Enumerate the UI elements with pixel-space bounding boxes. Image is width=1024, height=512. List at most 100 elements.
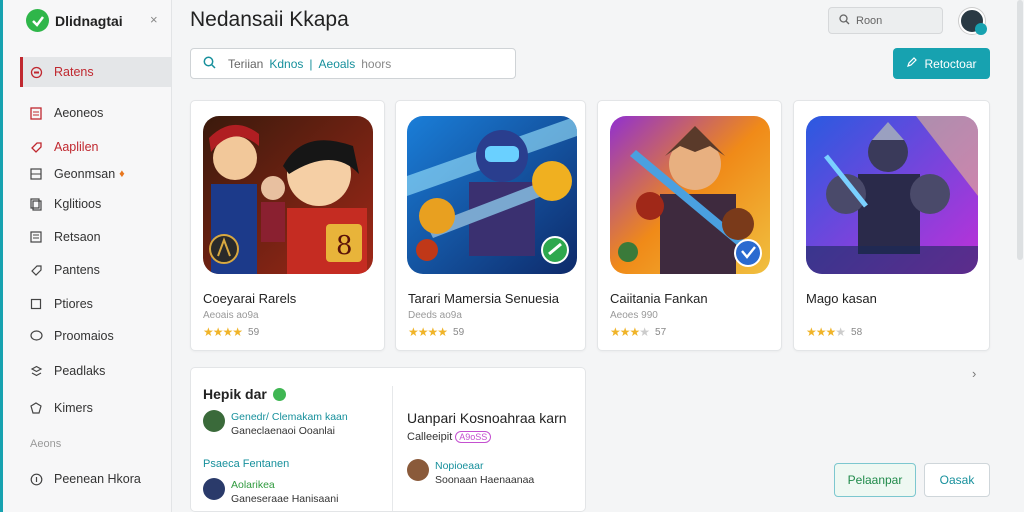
sidebar-item-aaplilen[interactable]: Aaplilen xyxy=(20,132,171,162)
sidebar-item-label: Ptiores xyxy=(54,297,93,311)
top-search-input[interactable]: Roon xyxy=(828,7,943,34)
sidebar-item-label: Peadlaks xyxy=(54,364,106,378)
feed-item-line1: Genedr/ Clemakam kaan xyxy=(231,411,348,423)
feed-item[interactable]: Nopioeaar Soonaan Haenaanaa xyxy=(407,459,534,487)
scrollbar[interactable] xyxy=(1017,0,1023,260)
feed-item-line1: Nopioeaar xyxy=(435,460,484,472)
square-icon xyxy=(29,297,43,311)
game-title: Mago kasan xyxy=(806,291,877,306)
grid-icon xyxy=(29,167,43,181)
close-icon[interactable]: × xyxy=(150,12,158,27)
game-title: Caiitania Fankan xyxy=(610,291,708,306)
feed-link[interactable]: Psaeca Fentanen xyxy=(203,458,289,470)
primary-action-button[interactable]: Retoctoar xyxy=(893,48,990,79)
game-card[interactable]: Mago kasan ★★★★ 58 xyxy=(793,100,990,351)
sidebar-item-pantens[interactable]: Pantens xyxy=(20,255,171,285)
sidebar-item-label: Proomaios xyxy=(54,329,114,343)
rating-count: 58 xyxy=(851,326,863,338)
main-search-input[interactable]: Teriian Kdnos | Aeoals hoors xyxy=(190,48,516,79)
feed-item-line2: Soonaan Haenaanaa xyxy=(435,474,535,486)
sidebar-item-label: Kglitioos xyxy=(54,197,102,211)
secondary-button[interactable]: Pelaanpar xyxy=(834,463,916,497)
brand[interactable]: Dlidnagtai xyxy=(26,9,123,32)
right-column-title: Uanpari Kosnoahraa karn xyxy=(407,410,567,426)
tertiary-button[interactable]: Oasak xyxy=(924,463,990,497)
sidebar-item-kglitioos[interactable]: Kglitioos xyxy=(20,189,171,219)
info-icon xyxy=(29,472,43,486)
avatar xyxy=(203,410,225,432)
sidebar-item-geonmsan[interactable]: Geonmsan ♦ xyxy=(20,159,171,189)
search-term-2: Kdnos xyxy=(269,56,304,71)
game-artwork-image[interactable] xyxy=(407,116,577,274)
search-term-3: Aeoals xyxy=(318,56,356,71)
accent-bar xyxy=(0,0,3,512)
sidebar-section-label: Aeons xyxy=(30,438,62,450)
sidebar-item-ratens[interactable]: Ratens xyxy=(20,57,171,87)
search-term-4: hoors xyxy=(361,56,392,71)
game-subtitle: Deeds ao9a xyxy=(408,310,462,321)
rating: ★★★★ 59 xyxy=(408,325,464,339)
feed-item-line1: Aolarikea xyxy=(231,479,275,491)
rating-count: 59 xyxy=(453,326,465,338)
game-card[interactable]: Caiitania Fankan Aeoes 990 ★★★★ 57 xyxy=(597,100,782,351)
stack-icon xyxy=(29,364,43,378)
feed-item[interactable]: Genedr/ Clemakam kaan Ganeclaenaoi Ooanl… xyxy=(203,410,348,438)
search-icon xyxy=(839,13,850,28)
list-icon xyxy=(29,230,43,244)
panel-title-text: Hepik dar xyxy=(203,386,267,402)
sidebar-item-label: Ratens xyxy=(54,65,94,79)
sidebar-item-peenean-hkora[interactable]: Peenean Hkora xyxy=(20,464,171,494)
avatar[interactable] xyxy=(959,8,987,35)
sidebar-item-peadlaks[interactable]: Peadlaks xyxy=(20,356,171,386)
tag-icon xyxy=(29,263,43,277)
speech-icon xyxy=(29,329,43,343)
game-card[interactable]: Tarari Mamersia Senuesia Deeds ao9a ★★★★… xyxy=(395,100,586,351)
sidebar-item-aeoneos[interactable]: Aeoneos xyxy=(20,98,171,128)
game-title: Coeyarai Rarels xyxy=(203,291,297,306)
feed-item-line2: Ganeseraae Hanisaani xyxy=(231,493,339,505)
rating-stars: ★★★★ xyxy=(203,325,243,339)
sidebar-item-ptiores[interactable]: Ptiores xyxy=(20,289,171,319)
tag-pill: A9oSS xyxy=(455,431,492,443)
divider xyxy=(392,386,393,511)
fire-icon: ♦ xyxy=(119,168,125,180)
notification-badge-icon xyxy=(975,23,987,35)
activity-panel: Hepik dar Genedr/ Clemakam kaan Ganeclae… xyxy=(190,367,586,512)
tagline-text: Calleeipit xyxy=(407,431,453,443)
brand-name: Dlidnagtai xyxy=(55,12,123,29)
sidebar-item-label: Geonmsan xyxy=(54,167,116,181)
avatar xyxy=(407,459,429,481)
game-artwork-image[interactable]: 8 xyxy=(203,116,373,274)
rating-stars: ★★★★ xyxy=(806,325,846,339)
rating-count: 57 xyxy=(655,326,667,338)
sidebar-item-label: Pantens xyxy=(54,263,100,277)
feed-item[interactable]: Aolarikea Ganeseraae Hanisaani xyxy=(203,478,338,506)
page-title: Nedansaii Kkapa xyxy=(190,8,349,31)
sidebar-item-proomaios[interactable]: Proomaios xyxy=(20,321,171,351)
right-column-tagline: Calleeipit A9oSS xyxy=(407,431,492,443)
top-search-placeholder: Roon xyxy=(856,14,883,27)
sidebar-item-retsaon[interactable]: Retsaon xyxy=(20,222,171,252)
game-subtitle: Aeoes 990 xyxy=(610,310,658,321)
circle-icon xyxy=(29,65,43,79)
search-term-1: Teriian xyxy=(228,56,264,71)
search-icon xyxy=(203,56,216,72)
game-artwork-image[interactable] xyxy=(806,116,978,274)
sidebar-item-label: Kimers xyxy=(54,401,93,415)
game-card[interactable]: 8 Coeyarai Rarels Aeoais ao9a ★★★★ 59 xyxy=(190,100,385,351)
sidebar-item-label: Aeoneos xyxy=(54,106,104,120)
rating-count: 59 xyxy=(248,326,260,338)
chevron-right-icon[interactable]: › xyxy=(972,366,976,381)
sidebar: Dlidnagtai × Ratens Aeoneos Aaplilen Geo… xyxy=(0,0,172,512)
rating: ★★★★ 59 xyxy=(203,325,259,339)
primary-button-label: Retoctoar xyxy=(924,56,977,71)
status-dot-icon xyxy=(272,387,286,401)
rating: ★★★★ 58 xyxy=(806,325,862,339)
game-artwork-image[interactable] xyxy=(610,116,770,274)
rating-stars: ★★★★ xyxy=(408,325,448,339)
shield-icon xyxy=(29,401,43,415)
panel-title: Hepik dar xyxy=(203,386,286,402)
sidebar-item-kimers[interactable]: Kimers xyxy=(20,393,171,423)
svg-text:8: 8 xyxy=(336,231,353,261)
rating: ★★★★ 57 xyxy=(610,325,666,339)
